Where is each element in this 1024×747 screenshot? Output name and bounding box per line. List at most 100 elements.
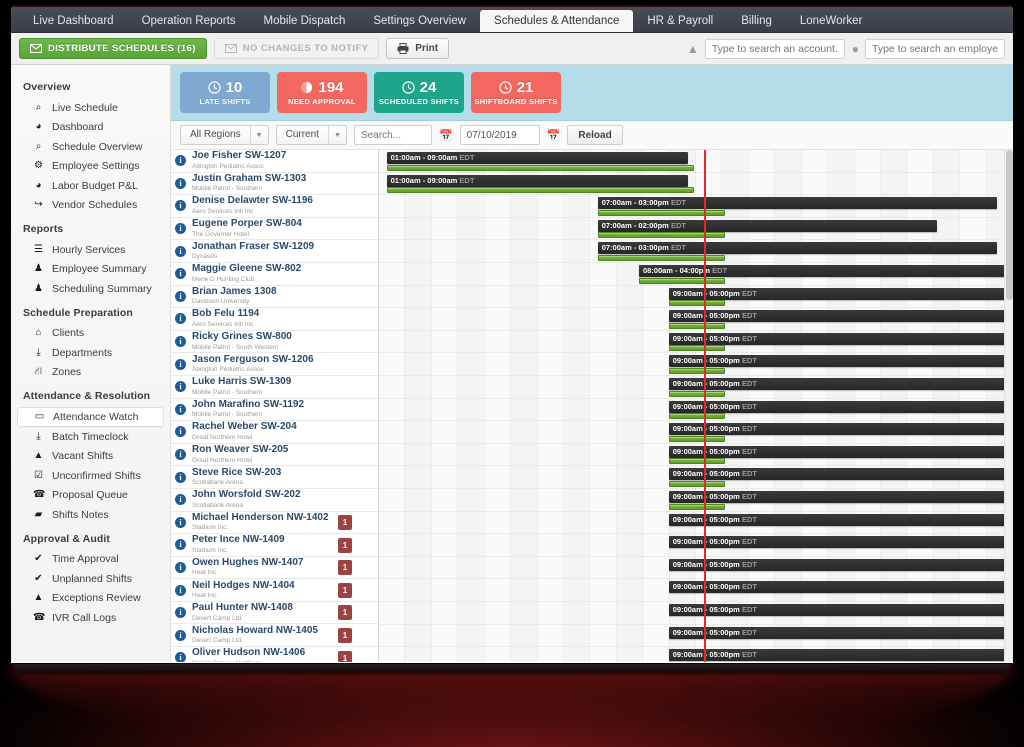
shift-bar[interactable]: 09:00am - 05:00pm EDT <box>668 491 1013 503</box>
info-icon[interactable]: i <box>175 629 186 641</box>
info-icon[interactable]: i <box>175 516 186 528</box>
shift-bar[interactable]: 09:00am - 05:00pm EDT <box>668 604 1013 616</box>
table-row[interactable]: i John Worsfold SW-202 Scotiabank Arena <box>171 488 378 512</box>
table-row[interactable]: i Neil Hodges NW-1404 Heat Inc. 1 <box>171 579 378 602</box>
search-input[interactable] <box>353 125 432 145</box>
sidebar-item-employee-summary[interactable]: ♟ Employee Summary <box>11 260 170 280</box>
sidebar-item-attendance-watch[interactable]: ▭ Attendance Watch <box>17 407 164 427</box>
shift-bar[interactable]: 01:00am - 09:00am EDT <box>386 152 688 164</box>
tab-loneworker[interactable]: LoneWorker <box>786 10 876 32</box>
tab-settings-overview[interactable]: Settings Overview <box>359 10 480 32</box>
table-row[interactable]: i Justin Graham SW-1303 Mobile Patrol - So… <box>171 172 378 196</box>
sidebar-item-zones[interactable]: ⛙ Zones <box>11 363 170 383</box>
calendar-picker-icon[interactable]: 📅 <box>547 129 561 142</box>
info-icon[interactable]: i <box>175 607 186 619</box>
sidebar-item-live-schedule[interactable]: ⌕ Live Schedule <box>11 98 170 118</box>
sidebar-item-clients[interactable]: ⌂ Clients <box>11 324 170 344</box>
status-badge[interactable]: 1 <box>338 560 352 576</box>
table-row[interactable]: i Michael Henderson NW-1402 Stadium Inc. 1 <box>171 511 378 535</box>
table-row[interactable]: i Bob Felu 1194 Aero Services Intl Inc <box>171 308 378 331</box>
shift-bar[interactable]: 09:00am - 05:00pm EDT <box>668 536 1013 549</box>
print-button[interactable]: Print <box>386 38 450 59</box>
table-row[interactable]: i Oliver Hudson NW-1406Mobile Patrol - No… <box>171 647 378 662</box>
employee-search-input[interactable] <box>865 38 1005 59</box>
info-icon[interactable]: i <box>175 584 186 596</box>
stat-card-late-shifts[interactable]: 10 LATE SHIFTS <box>180 72 270 113</box>
table-row[interactable]: i Nicholas Howard NW-1405 Desert Camp Ltd.… <box>171 624 378 648</box>
stat-card-shiftboard-shifts[interactable]: 21 SHIFTBOARD SHIFTS <box>471 72 561 113</box>
shift-bar[interactable]: 09:00am - 05:00pm EDT <box>668 558 1013 571</box>
date-input[interactable] <box>459 125 540 145</box>
sidebar-item-labor-budget-p-l[interactable]: ◕ Labor Budget P&L <box>11 176 170 196</box>
shift-bar[interactable]: 09:00am - 05:00pm EDT <box>668 513 1013 526</box>
table-row[interactable]: i Maggie Gleene SW-802 Merle D Hunting Clu… <box>171 262 378 286</box>
sidebar-item-vendor-schedules[interactable]: ↪ Vendor Schedules <box>11 196 170 216</box>
sidebar-item-schedule-overview[interactable]: ⌕ Schedule Overview <box>11 137 170 157</box>
stat-card-scheduled-shifts[interactable]: 24 SCHEDULED SHIFTS <box>374 72 464 113</box>
info-icon[interactable]: i <box>175 494 186 506</box>
tab-operation-reports[interactable]: Operation Reports <box>128 10 250 32</box>
status-badge[interactable]: 1 <box>338 582 352 598</box>
scrollbar-thumb[interactable] <box>1006 150 1013 300</box>
info-icon[interactable]: i <box>175 290 186 302</box>
info-icon[interactable]: i <box>175 449 186 461</box>
shift-bar[interactable]: 07:00am - 02:00pm EDT <box>597 219 937 232</box>
info-icon[interactable]: i <box>175 223 186 235</box>
stat-card-need-approval[interactable]: 194 NEED APPROVAL <box>277 72 367 113</box>
info-icon[interactable]: i <box>175 155 186 167</box>
table-row[interactable]: i Joe Fisher SW-1207 Abington Pediatric As… <box>171 150 378 173</box>
sidebar-item-time-approval[interactable]: ✔ Time Approval <box>11 550 170 570</box>
shift-bar[interactable]: 09:00am - 05:00pm EDT <box>668 287 1013 300</box>
info-icon[interactable]: i <box>175 245 186 257</box>
region-select[interactable]: All Regions ▼ <box>180 125 269 145</box>
status-badge[interactable]: 1 <box>338 650 352 662</box>
shift-bar[interactable]: 09:00am - 05:00pm EDT <box>668 468 1013 481</box>
table-row[interactable]: i Paul Hunter NW-1408 Desert Camp Ltd. 1 <box>171 601 378 625</box>
info-icon[interactable]: i <box>175 426 186 438</box>
info-icon[interactable]: i <box>175 403 186 415</box>
tab-mobile-dispatch[interactable]: Mobile Dispatch <box>250 10 360 32</box>
sidebar-item-scheduling-summary[interactable]: ♟ Scheduling Summary <box>11 279 170 299</box>
account-search-input[interactable] <box>704 38 845 59</box>
table-row[interactable]: i Luke Harris SW-1309 Mobile Patrol - Sout… <box>171 375 378 399</box>
table-row[interactable]: i Steve Rice SW-203 Scotiabank Arena <box>171 466 378 489</box>
calendar-icon[interactable]: 📅 <box>439 129 453 142</box>
table-row[interactable]: i Jonathan Fraser SW-1209 Dynasds <box>171 240 378 263</box>
sidebar-item-departments[interactable]: ⤓ Departments <box>11 343 170 363</box>
shift-bar[interactable]: 07:00am - 03:00pm EDT <box>597 197 998 210</box>
table-row[interactable]: i Peter Ince NW-1409 Stadium Inc. 1 <box>171 534 378 557</box>
info-icon[interactable]: i <box>175 177 186 189</box>
status-badge[interactable]: 1 <box>338 605 352 621</box>
table-row[interactable]: i John Marafino SW-1192 Mobile Patrol - So… <box>171 398 378 422</box>
shift-bar[interactable]: 09:00am - 05:00pm EDT <box>668 581 1013 594</box>
table-row[interactable]: i Ricky Grines SW-800 Mobile Patrol - Sout… <box>171 330 378 354</box>
table-row[interactable]: i Rachel Weber SW-204 Great Northern Hotel <box>171 421 378 444</box>
status-badge[interactable]: 1 <box>338 627 352 643</box>
sidebar-item-vacant-shifts[interactable]: ▲ Vacant Shifts <box>11 447 170 467</box>
shift-bar[interactable]: 09:00am - 05:00pm EDT <box>668 400 1013 413</box>
sidebar-item-hourly-services[interactable]: ☰ Hourly Services <box>11 240 170 260</box>
shift-bar[interactable]: 09:00am - 05:00pm EDT <box>668 445 1013 458</box>
reload-button[interactable]: Reload <box>567 125 623 145</box>
shift-bar[interactable]: 09:00am - 05:00pm EDT <box>668 423 1013 436</box>
info-icon[interactable]: i <box>175 539 186 551</box>
tab-hr-payroll[interactable]: HR & Payroll <box>633 10 727 32</box>
status-badge[interactable]: 1 <box>338 515 352 530</box>
no-changes-to-notify-button[interactable]: NO CHANGES TO NOTIFY <box>213 38 380 59</box>
table-row[interactable]: i Jason Ferguson SW-1206 Abington Pediatri… <box>171 353 378 376</box>
sidebar-item-unplanned-shifts[interactable]: ✔ Unplanned Shifts <box>11 569 170 589</box>
period-select[interactable]: Current ▼ <box>275 125 347 145</box>
info-icon[interactable]: i <box>175 471 186 483</box>
sidebar-item-ivr-call-logs[interactable]: ☎ IVR Call Logs <box>11 608 170 628</box>
tab-billing[interactable]: Billing <box>727 10 786 32</box>
sidebar-item-exceptions-review[interactable]: ▲ Exceptions Review <box>11 589 170 609</box>
info-icon[interactable]: i <box>175 313 186 325</box>
table-row[interactable]: i Denise Delawter SW-1196 Aero Services In… <box>171 195 378 218</box>
info-icon[interactable]: i <box>175 358 186 370</box>
table-row[interactable]: i Ron Weaver SW-205 Great Northern Hotel <box>171 443 378 467</box>
table-row[interactable]: i Owen Hughes NW-1407 Heat Inc. 1 <box>171 556 378 580</box>
sidebar-item-unconfirmed-shifts[interactable]: ☑ Unconfirmed Shifts <box>11 466 170 486</box>
shift-bar[interactable]: 01:00am - 09:00am EDT <box>386 174 688 187</box>
shift-bar[interactable]: 09:00am - 05:00pm EDT <box>668 649 1013 662</box>
distribute-schedules-button[interactable]: DISTRIBUTE SCHEDULES (16) <box>19 38 207 59</box>
